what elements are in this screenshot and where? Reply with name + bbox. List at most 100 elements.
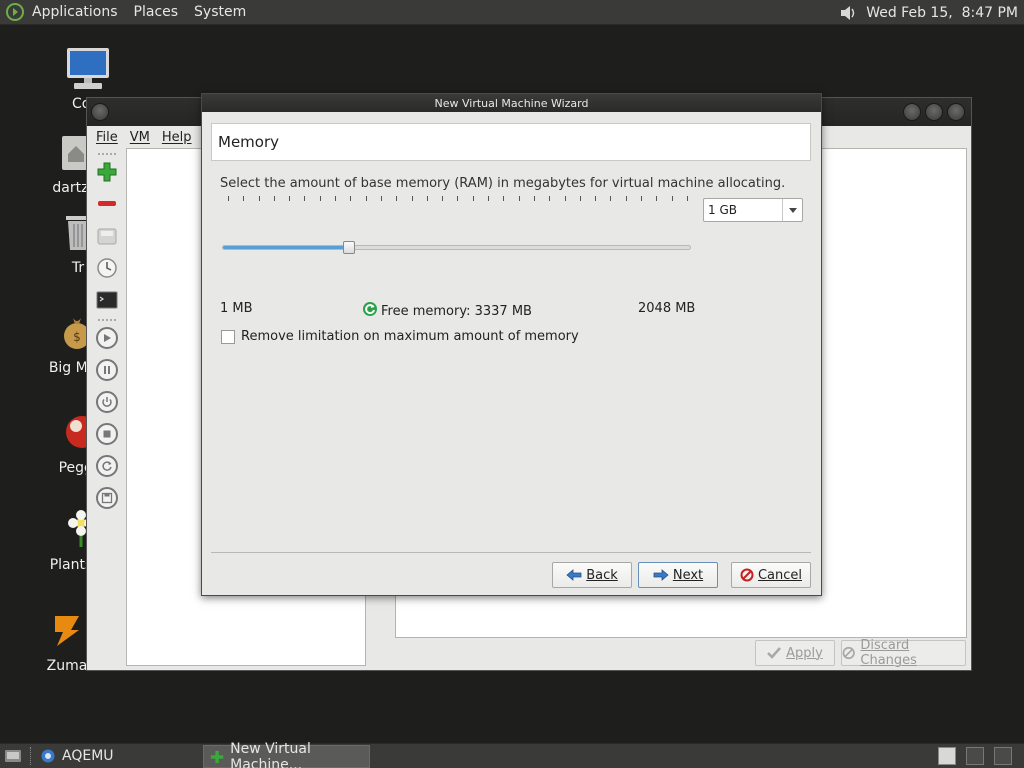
pause-vm-button[interactable] — [94, 357, 120, 383]
apply-label: Apply — [786, 645, 823, 661]
free-memory-text: Free memory: 3337 MB — [381, 303, 532, 319]
volume-icon[interactable] — [838, 3, 858, 23]
slider-tick — [610, 196, 612, 201]
task-aqemu[interactable]: AQEMU — [40, 748, 114, 764]
slider-tick — [243, 196, 245, 201]
slider-tick — [304, 196, 306, 201]
check-icon — [767, 647, 782, 659]
memory-slider[interactable] — [222, 241, 691, 254]
zuma-icon — [43, 606, 91, 654]
toolbar-separator — [98, 319, 116, 321]
refresh-icon[interactable] — [362, 301, 378, 321]
top-panel: Applications Places System Wed Feb 15, 8… — [0, 0, 1024, 25]
page-title-text: Memory — [218, 133, 280, 151]
save-vm-button[interactable] — [94, 485, 120, 511]
slider-tick — [579, 196, 581, 201]
slider-tick — [549, 196, 551, 201]
cancel-icon — [740, 568, 754, 582]
slider-tick — [625, 196, 627, 201]
slider-tick — [380, 196, 382, 201]
add-vm-button[interactable] — [94, 159, 120, 185]
workspace-switcher[interactable] — [938, 747, 956, 765]
remove-vm-button[interactable] — [94, 191, 120, 217]
bottom-panel: AQEMU New Virtual Machine... — [0, 741, 1024, 768]
next-label: Next — [672, 567, 704, 583]
slider-tick — [273, 196, 275, 201]
close-button[interactable] — [947, 103, 965, 121]
discard-changes-button[interactable]: Discard Changes — [841, 638, 966, 668]
console-button[interactable] — [94, 287, 120, 313]
slider-tick — [365, 196, 367, 201]
memory-size-select[interactable]: 1 GB — [703, 198, 803, 222]
start-vm-button[interactable] — [94, 325, 120, 351]
stop-vm-button[interactable] — [94, 421, 120, 447]
snapshot-button[interactable] — [94, 255, 120, 281]
minus-icon — [98, 201, 116, 206]
workspace-switcher-2[interactable] — [966, 747, 984, 765]
menu-applications[interactable]: Applications — [32, 4, 118, 20]
menu-file[interactable]: File — [96, 130, 118, 145]
apply-button[interactable]: Apply — [755, 640, 835, 666]
slider-tick — [641, 196, 643, 201]
plus-icon — [97, 162, 117, 182]
task-new-vm-wizard[interactable]: New Virtual Machine... — [203, 741, 370, 768]
slider-tick — [350, 196, 352, 201]
vm-settings-button[interactable] — [94, 223, 120, 249]
power-off-button[interactable] — [94, 389, 120, 415]
trash-applet[interactable] — [994, 747, 1012, 765]
slider-tick — [595, 196, 597, 201]
distro-logo-icon[interactable] — [6, 3, 24, 21]
memory-slider-handle[interactable] — [343, 241, 356, 254]
no-entry-icon — [842, 646, 855, 660]
remove-limit-checkbox-row[interactable]: Remove limitation on maximum amount of m… — [221, 329, 579, 344]
back-button[interactable]: Back — [552, 562, 632, 588]
reset-icon — [96, 455, 118, 477]
menu-vm[interactable]: VM — [130, 130, 150, 145]
reset-vm-button[interactable] — [94, 453, 120, 479]
slider-tick — [228, 196, 229, 201]
menu-system[interactable]: System — [194, 4, 246, 20]
minimize-button[interactable] — [903, 103, 921, 121]
svg-text:$: $ — [73, 330, 81, 344]
memory-slider-fill — [223, 246, 350, 249]
task-aqemu-label: AQEMU — [62, 748, 114, 764]
maximize-button[interactable] — [925, 103, 943, 121]
power-icon — [96, 391, 118, 413]
computer-icon — [64, 44, 112, 92]
min-memory-label: 1 MB — [220, 301, 253, 316]
wizard-titlebar[interactable]: New Virtual Machine Wizard — [202, 94, 821, 112]
max-memory-label: 2048 MB — [638, 301, 696, 316]
vertical-toolbar — [92, 150, 122, 570]
page-title: Memory — [211, 123, 811, 161]
cancel-button[interactable]: Cancel — [731, 562, 811, 588]
play-icon — [96, 327, 118, 349]
pause-icon — [96, 359, 118, 381]
slider-tick — [518, 196, 520, 201]
slider-tick — [472, 196, 474, 201]
window-menu-button[interactable] — [91, 103, 109, 121]
remove-limit-checkbox[interactable] — [221, 329, 235, 344]
slider-ticks — [228, 196, 688, 204]
show-desktop-icon[interactable] — [4, 748, 22, 764]
instructions-text: Select the amount of base memory (RAM) i… — [220, 176, 786, 191]
chevron-down-icon[interactable] — [782, 199, 802, 221]
save-icon — [96, 487, 118, 509]
slider-tick — [442, 196, 444, 201]
remove-limit-label: Remove limitation on maximum amount of m… — [241, 329, 579, 344]
menu-places[interactable]: Places — [134, 4, 179, 20]
clock-icon — [97, 258, 117, 278]
slider-tick — [533, 196, 535, 201]
plus-icon — [210, 750, 224, 763]
toolbar-grip — [98, 153, 116, 155]
slider-tick — [411, 196, 413, 201]
button-divider — [211, 552, 811, 553]
next-button[interactable]: Next — [638, 562, 718, 588]
discard-label: Discard Changes — [860, 638, 917, 668]
clock[interactable]: Wed Feb 15, 8:47 PM — [866, 5, 1018, 21]
menu-help[interactable]: Help — [162, 130, 192, 145]
workspace-separator — [30, 747, 32, 765]
slider-tick — [335, 196, 337, 201]
terminal-icon — [96, 291, 118, 309]
slider-tick — [503, 196, 505, 201]
arrow-right-icon — [653, 569, 669, 581]
